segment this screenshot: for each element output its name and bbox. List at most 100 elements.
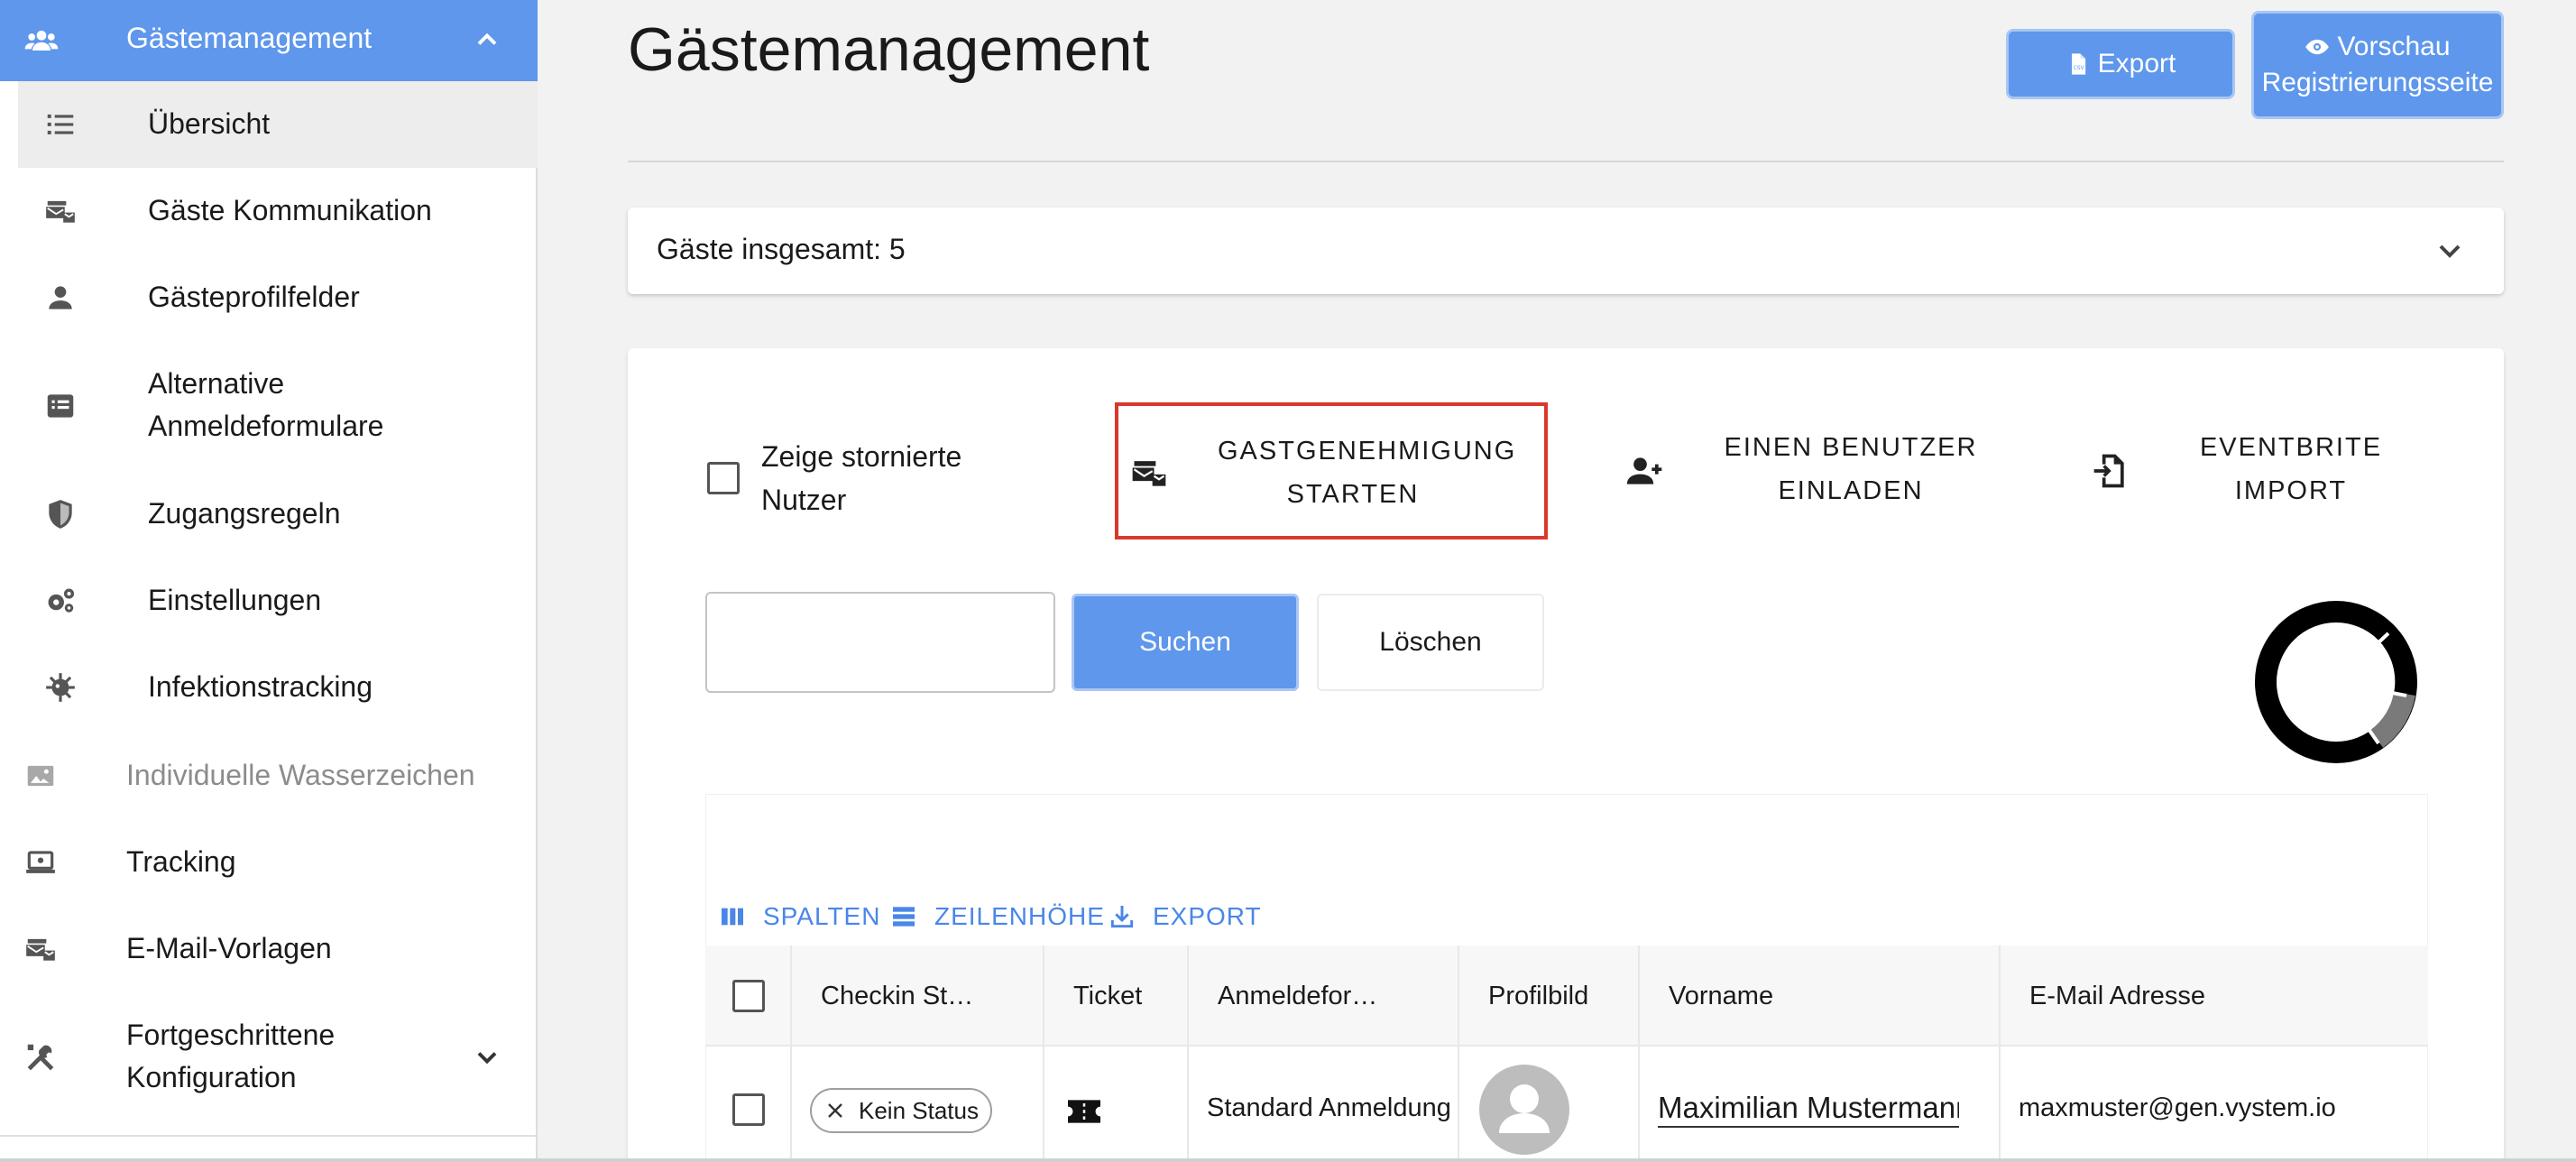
sidebar-item-label: Alternative Anmeldeformulare <box>148 367 384 442</box>
eye-icon <box>2305 39 2330 55</box>
columns-icon <box>722 908 743 926</box>
sidebar-item-label: Gäste Kommunikation <box>148 194 432 226</box>
svg-text:CSV: CSV <box>2073 66 2084 71</box>
columns-button[interactable]: SPALTEN <box>718 902 880 931</box>
sidebar-item-label: Individuelle Wasserzeichen <box>126 759 475 791</box>
email-cell: maxmuster@gen.vystem.io <box>2019 1093 2336 1122</box>
sidebar-item-guest-communication[interactable]: Gäste Kommunikation <box>18 168 538 254</box>
search-input[interactable] <box>705 592 1055 693</box>
row-density-icon <box>893 907 915 927</box>
add-user-icon <box>1626 457 1662 484</box>
guest-summary-panel[interactable]: Gäste insgesamt: 5 <box>628 208 2504 294</box>
column-separator <box>1043 945 1044 1162</box>
virus-icon <box>46 673 75 702</box>
column-header-profile-picture[interactable]: Profilbild <box>1488 982 1588 1011</box>
clear-button[interactable]: Löschen <box>1317 594 1544 691</box>
columns-label: SPALTEN <box>763 902 881 930</box>
show-cancelled-checkbox[interactable] <box>707 462 740 494</box>
column-header-email[interactable]: E-Mail Adresse <box>2029 982 2205 1011</box>
column-header-ticket[interactable]: Ticket <box>1073 982 1142 1011</box>
sidebar-item-infection-tracking[interactable]: Infektionstracking <box>18 644 538 731</box>
chevron-up-icon[interactable] <box>471 23 503 56</box>
sidebar-item-email-templates[interactable]: E-Mail-Vorlagen <box>0 906 538 992</box>
title-divider <box>628 161 2504 162</box>
grid-export-label: EXPORT <box>1153 902 1262 930</box>
column-header-first-name[interactable]: Vorname <box>1669 982 1773 1011</box>
download-icon <box>1110 906 1134 928</box>
preview-label-line1: Vorschau <box>2337 32 2451 61</box>
person-icon <box>49 286 72 309</box>
sidebar-item-alternative-forms[interactable]: Alternative Anmeldeformulare <box>18 341 538 471</box>
image-icon <box>27 765 54 787</box>
sidebar-item-label: Übersicht <box>148 107 271 140</box>
eventbrite-import-button[interactable]: EVENTBRITE IMPORT <box>2084 402 2426 540</box>
list-icon <box>47 114 74 134</box>
chevron-down-icon[interactable] <box>471 1041 503 1074</box>
row-height-button[interactable]: ZEILENHÖHE <box>889 902 1105 931</box>
sidebar-header-label: Gästemanagement <box>126 22 373 54</box>
sidebar-item-label: Infektionstracking <box>148 670 373 703</box>
form-list-icon <box>47 394 74 418</box>
sidebar-item-settings[interactable]: Einstellungen <box>18 558 538 644</box>
default-avatar-icon <box>1499 1084 1550 1133</box>
sidebar-item-label: Einstellungen <box>148 584 322 616</box>
status-badge-label: Kein Status <box>859 1096 979 1124</box>
guest-status-donut <box>2255 601 2417 763</box>
sidebar-item-label: Zugangsregeln <box>148 497 341 530</box>
column-separator <box>790 945 792 1162</box>
preview-registration-button[interactable]: Vorschau Registrierungsseite <box>2251 11 2504 119</box>
laptop-icon <box>26 851 55 873</box>
select-all-checkbox[interactable] <box>732 980 765 1012</box>
sidebar-header-guest-management[interactable]: Gästemanagement <box>0 0 538 81</box>
window-bottom-edge <box>0 1158 2576 1162</box>
show-cancelled-label: Zeige stornierte Nutzer <box>761 440 962 516</box>
sidebar-item-label: Tracking <box>126 845 236 878</box>
chevron-down-icon[interactable] <box>2432 233 2468 269</box>
export-button[interactable]: CSV Export <box>2006 29 2235 99</box>
column-separator <box>1999 945 2001 1162</box>
sidebar-item-label: Gästeprofilfelder <box>148 281 360 313</box>
row-checkbox[interactable] <box>732 1093 765 1126</box>
ticket-icon[interactable] <box>1064 1095 1104 1128</box>
column-separator <box>1187 945 1189 1162</box>
search-button[interactable]: Suchen <box>1072 594 1299 691</box>
mail-template-icon <box>26 938 55 961</box>
mail-approval-icon <box>1132 461 1166 486</box>
eventbrite-import-label: EVENTBRITE IMPORT <box>2199 433 2383 505</box>
sidebar-item-label: E-Mail-Vorlagen <box>126 932 332 964</box>
grid-export-button[interactable]: EXPORT <box>1108 902 1262 931</box>
sidebar-item-watermarks: Individuelle Wasserzeichen <box>0 733 538 819</box>
registration-form-cell: Standard Anmeldung <box>1207 1093 1451 1122</box>
guest-approval-label: GASTGENEHMIGUNG STARTEN <box>1218 437 1517 509</box>
gears-icon <box>48 588 75 613</box>
guest-approval-button[interactable]: GASTGENEHMIGUNG STARTEN <box>1115 402 1548 540</box>
invite-user-label: EINEN BENUTZER EINLADEN <box>1724 433 1978 505</box>
sidebar-item-access-rules[interactable]: Zugangsregeln <box>18 471 538 558</box>
first-name-field[interactable]: Maximilian Mustermann <box>1658 1090 1959 1128</box>
shield-icon <box>49 500 72 529</box>
tools-icon <box>27 1044 54 1071</box>
sidebar-item-overview[interactable]: Übersicht <box>18 81 538 168</box>
sidebar-item-tracking[interactable]: Tracking <box>0 819 538 906</box>
users-icon <box>24 31 59 51</box>
sidebar-item-guest-profile-fields[interactable]: Gästeprofilfelder <box>18 254 538 341</box>
row-height-label: ZEILENHÖHE <box>934 902 1105 930</box>
preview-label-line2: Registrierungsseite <box>2261 68 2494 97</box>
close-icon <box>828 1103 842 1118</box>
page-title: Gästemanagement <box>628 15 1150 84</box>
status-badge[interactable]: Kein Status <box>810 1088 992 1133</box>
csv-file-icon: CSV <box>2071 53 2085 75</box>
column-header-registration-form[interactable]: Anmeldefor… <box>1218 982 1377 1011</box>
invite-user-button[interactable]: EINEN BENUTZER EINLADEN <box>1616 402 2004 540</box>
sidebar-divider <box>0 1135 538 1137</box>
column-separator <box>1638 945 1640 1162</box>
export-button-label: Export <box>2097 49 2176 78</box>
column-header-checkin-status[interactable]: Checkin St… <box>821 982 973 1011</box>
column-separator <box>1458 945 1459 1162</box>
guest-count-text: Gäste insgesamt: 5 <box>657 233 906 265</box>
sidebar-item-advanced-config[interactable]: Fortgeschrittene Konfiguration <box>0 992 538 1122</box>
sidebar: Gästemanagement Übersicht Gäste Kommunik… <box>0 0 538 1162</box>
sidebar-item-label: Fortgeschrittene Konfiguration <box>126 1019 336 1093</box>
avatar <box>1479 1065 1569 1155</box>
file-import-icon <box>2093 454 2124 488</box>
